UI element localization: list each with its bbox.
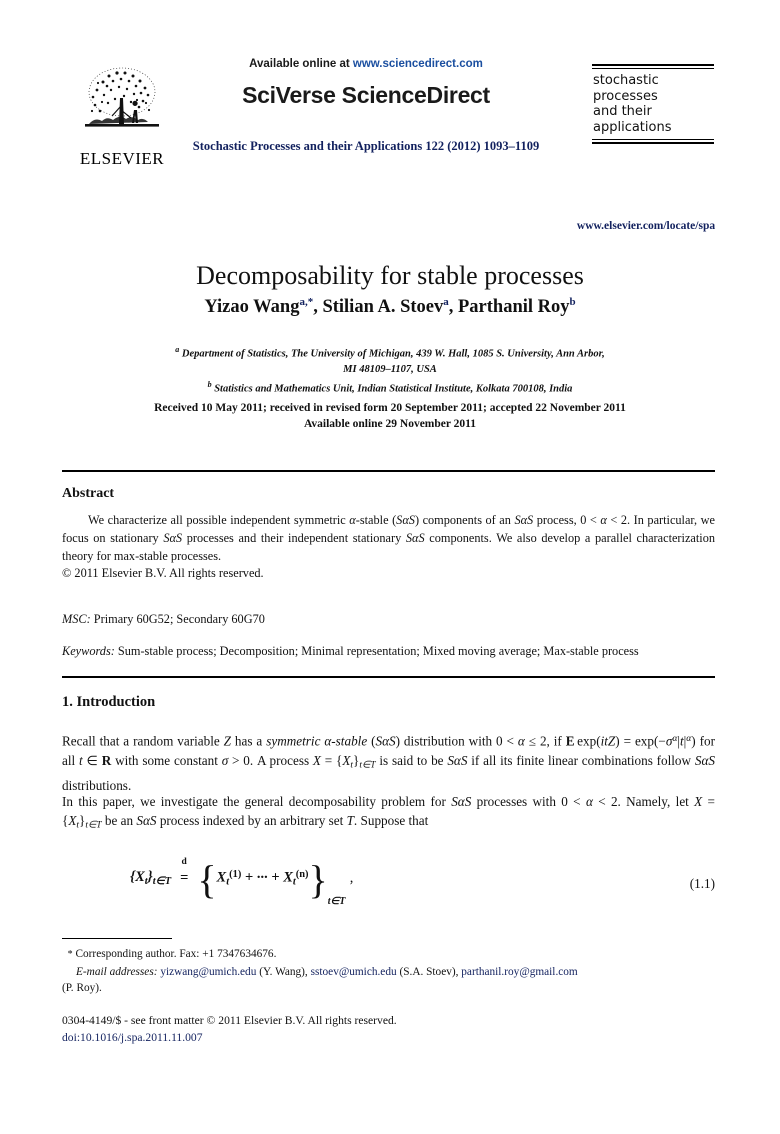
affiliations: a Department of Statistics, The Universi… xyxy=(80,342,700,396)
masthead-rule-top xyxy=(592,64,714,69)
journal-cover-masthead: stochastic processes and their applicati… xyxy=(592,64,714,144)
equation-relation: d = xyxy=(180,857,189,887)
affiliation-a: a Department of Statistics, The Universi… xyxy=(80,342,700,362)
introduction-paragraph-2: In this paper, we investigate the genera… xyxy=(62,794,715,832)
affiliation-mark-a: a xyxy=(175,345,180,354)
available-online-date: Available online 29 November 2011 xyxy=(303,418,477,430)
sciverse-sciencedirect-logo: SciVerse ScienceDirect xyxy=(242,82,490,108)
affiliation-b-text: Statistics and Mathematics Unit, Indian … xyxy=(214,383,573,394)
author-marks-2: a xyxy=(443,296,449,308)
masthead-line-4: applications xyxy=(593,119,672,135)
affiliation-a-line2: MI 48109–1107, USA xyxy=(343,363,437,375)
page-header: ELSEVIER Available online at www.science… xyxy=(0,58,780,232)
elsevier-logo: ELSEVIER xyxy=(68,62,176,169)
equation-relation-label: d xyxy=(181,856,187,867)
corresponding-author-text: Corresponding author. Fax: +1 7347634676… xyxy=(75,948,277,960)
footnote-star-marker: * xyxy=(67,949,73,960)
affiliation-mark-b: b xyxy=(207,379,212,389)
abstract-heading: Abstract xyxy=(62,486,115,501)
equation-left-brace: { xyxy=(197,857,217,902)
author-list: Yizao Wanga,*, Stilian A. Stoeva, Partha… xyxy=(204,296,576,318)
section-heading-introduction: 1. Introduction xyxy=(62,694,156,710)
issn-copyright-line: 0304-4149/$ - see front matter © 2011 El… xyxy=(62,1014,397,1027)
sciencedirect-url-link[interactable]: www.sciencedirect.com xyxy=(353,58,483,70)
author-name-3[interactable]: Parthanil Roy xyxy=(458,297,570,317)
equation-rhs-terms: Xt(1) + ··· + Xt(n) xyxy=(216,868,309,888)
journal-homepage-link[interactable]: www.elsevier.com/locate/spa xyxy=(556,220,736,232)
article-history: Received 10 May 2011; received in revise… xyxy=(80,400,700,432)
keywords-value: Sum-stable process; Decomposition; Minim… xyxy=(117,644,639,658)
affiliation-a-line1: Department of Statistics, The University… xyxy=(181,348,605,360)
equation-1-1: {Xt}t∈T d = { Xt(1) + ··· + Xt(n) } t∈T , … xyxy=(62,856,715,918)
email-addresses-label: E-mail addresses: xyxy=(76,965,158,978)
equation-number: (1.1) xyxy=(689,876,715,891)
equation-trailing-comma: , xyxy=(349,869,354,886)
doi-link[interactable]: doi:10.1016/j.spa.2011.11.007 xyxy=(62,1029,715,1046)
masthead-rule-bottom xyxy=(592,139,714,144)
msc-label: MSC: xyxy=(62,612,91,626)
email-link-2[interactable]: sstoev@umich.edu xyxy=(311,966,397,978)
equation-equals-sign: = xyxy=(180,869,189,886)
abstract-rule-top xyxy=(62,470,715,472)
introduction-paragraph-1: Recall that a random variable Z has a sy… xyxy=(62,733,715,793)
equation-lhs: {Xt}t∈T xyxy=(130,869,172,887)
email-owner-2: (S.A. Stoev), xyxy=(399,965,459,978)
email-owner-1: (Y. Wang), xyxy=(259,965,308,978)
abstract-rule-bottom xyxy=(62,676,715,678)
msc-line: MSC: Primary 60G52; Secondary 60G70 xyxy=(62,612,715,627)
masthead-line-2: processes xyxy=(593,88,658,104)
colophon: 0304-4149/$ - see front matter © 2011 El… xyxy=(62,1012,715,1046)
corresponding-author-note: * Corresponding author. Fax: +1 73476346… xyxy=(62,946,715,964)
sciencedirect-banner: Available online at www.sciencedirect.co… xyxy=(186,58,546,154)
masthead-title: stochastic processes and their applicati… xyxy=(592,73,714,135)
msc-value: Primary 60G52; Secondary 60G70 xyxy=(93,612,265,626)
received-line: Received 10 May 2011; received in revise… xyxy=(154,402,626,414)
article-title: Decomposability for stable processes xyxy=(196,261,584,291)
author-marks-1: a,* xyxy=(299,296,314,308)
email-owner-3: (P. Roy). xyxy=(62,982,102,994)
abstract-text: We characterize all possible independent… xyxy=(62,512,715,583)
footnote-block: * Corresponding author. Fax: +1 73476346… xyxy=(62,946,715,997)
equation-expression: {Xt}t∈T d = { Xt(1) + ··· + Xt(n) } t∈T , xyxy=(130,857,354,907)
abstract-line-1: We characterize all possible independent… xyxy=(62,513,715,563)
journal-reference-line: Stochastic Processes and their Applicati… xyxy=(192,139,540,153)
journal-article-page: ELSEVIER Available online at www.science… xyxy=(0,0,780,1134)
available-online-prefix: Available online at xyxy=(249,58,353,70)
elsevier-tree-icon xyxy=(85,67,159,127)
equation-right-brace: } t∈T xyxy=(308,857,346,907)
keywords-label: Keywords: xyxy=(62,644,115,658)
email-link-1[interactable]: yizwang@umich.edu xyxy=(160,966,256,978)
available-online-line: Available online at www.sciencedirect.co… xyxy=(186,58,546,70)
abstract-copyright: © 2011 Elsevier B.V. All rights reserved… xyxy=(62,566,264,581)
footnote-separator-rule xyxy=(62,938,172,939)
email-addresses-line: E-mail addresses: yizwang@umich.edu (Y. … xyxy=(62,964,715,981)
equation-brace-subscript: t∈T xyxy=(327,896,346,907)
author-name-2[interactable]: Stilian A. Stoev xyxy=(322,297,443,317)
keywords-line: Keywords: Sum-stable process; Decomposit… xyxy=(62,644,715,659)
author-marks-3: b xyxy=(569,296,576,308)
affiliation-b: b Statistics and Mathematics Unit, India… xyxy=(80,377,700,397)
masthead-line-1: stochastic xyxy=(593,73,659,88)
author-name-1[interactable]: Yizao Wang xyxy=(204,297,299,317)
masthead-line-3: and their xyxy=(593,104,652,119)
elsevier-wordmark: ELSEVIER xyxy=(79,149,165,168)
email-link-3[interactable]: parthanil.roy@gmail.com xyxy=(461,966,577,978)
